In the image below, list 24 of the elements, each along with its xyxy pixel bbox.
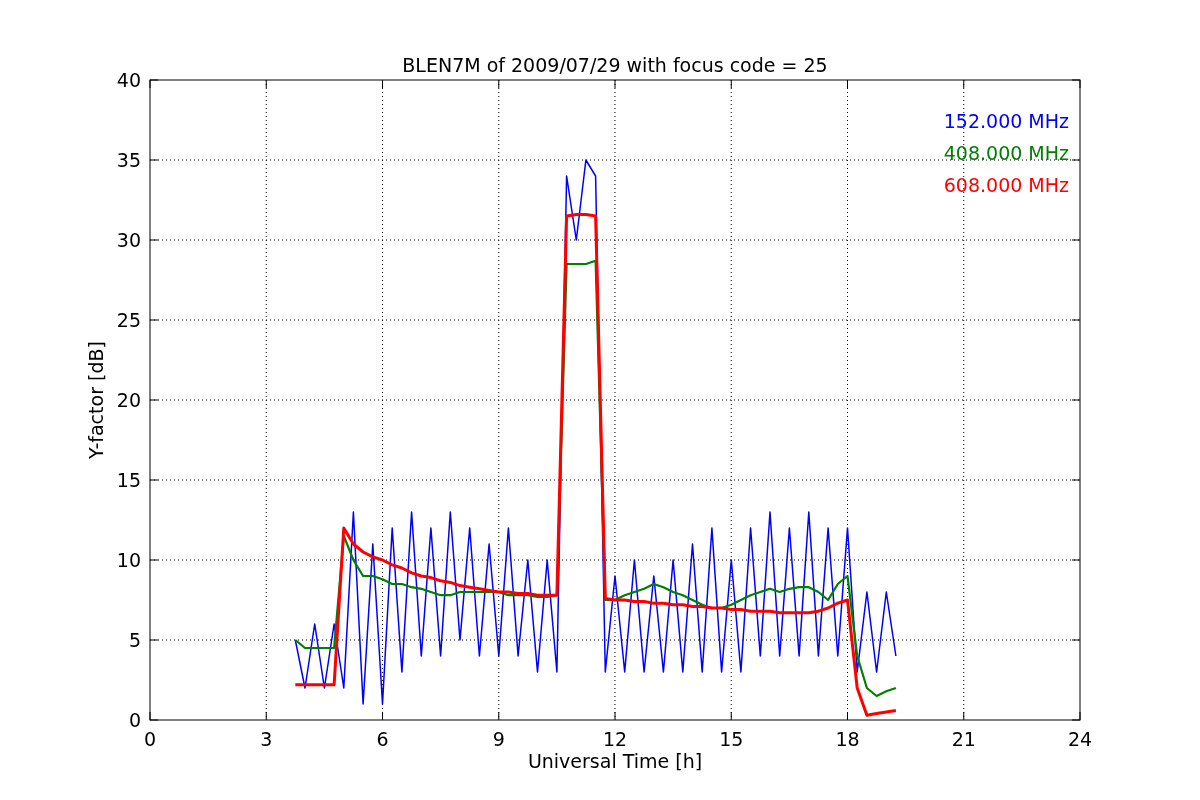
tick-label: 10 — [116, 549, 141, 571]
x-axis-label: Universal Time [h] — [527, 750, 703, 772]
tick-label: 0 — [143, 728, 157, 750]
tick-label: 24 — [1067, 728, 1093, 750]
y-axis-label: Y-factor [dB] — [85, 341, 107, 459]
chart-title: BLEN7M of 2009/07/29 with focus code = 25 — [402, 54, 828, 76]
legend-label: 152.000 MHz — [943, 110, 1069, 132]
tick-label: 3 — [260, 728, 273, 750]
tick-label: 35 — [116, 149, 141, 171]
tick-label: 30 — [116, 229, 141, 251]
legend-label: 408.000 MHz — [943, 142, 1069, 164]
tick-label: 21 — [951, 728, 976, 750]
tick-label: 18 — [835, 728, 860, 750]
tick-label: 12 — [602, 728, 628, 750]
tick-label: 9 — [492, 728, 505, 750]
tick-label: 40 — [116, 69, 141, 91]
tick-label: 20 — [116, 389, 141, 411]
legend-label: 608.000 MHz — [943, 174, 1069, 196]
tick-label: 25 — [116, 309, 141, 331]
tick-label: 0 — [128, 709, 141, 731]
tick-label: 15 — [719, 728, 744, 750]
tick-label: 15 — [116, 469, 141, 491]
tick-label: 5 — [128, 629, 141, 651]
tick-label: 6 — [376, 728, 389, 750]
